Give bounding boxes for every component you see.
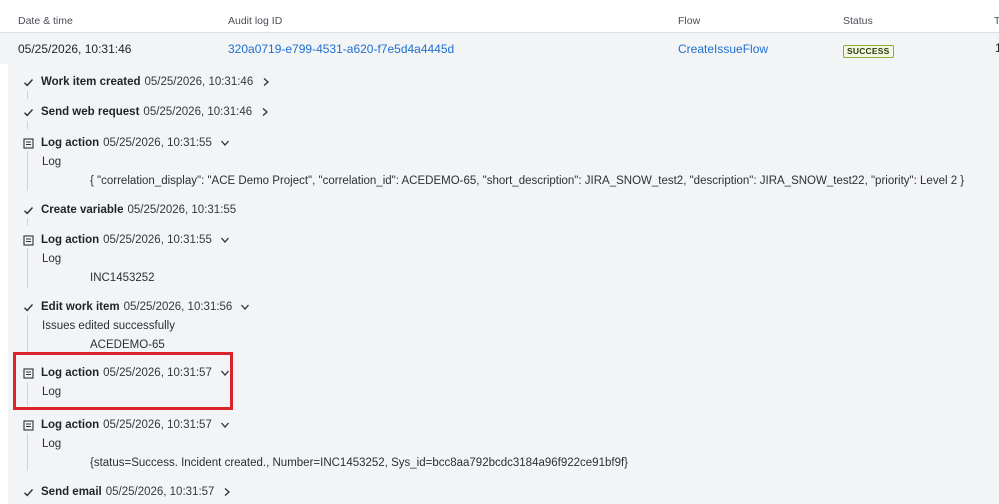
status-badge: SUCCESS: [843, 45, 894, 58]
chevron-right-icon[interactable]: [222, 487, 232, 497]
row-truncated-cell: 1: [995, 41, 999, 55]
table-header: Date & time Audit log ID Flow Status T: [0, 0, 999, 33]
entry-title: Log action: [41, 234, 100, 246]
check-icon: [22, 76, 34, 88]
entry-time: 05/25/2026, 10:31:57: [103, 419, 212, 431]
timeline-entry-send-web-request: Send web request 05/25/2026, 10:31:46: [22, 103, 270, 121]
entry-label: Log: [42, 253, 62, 265]
entry-title: Send email: [41, 486, 102, 498]
chevron-down-icon[interactable]: [220, 138, 230, 148]
audit-detail-panel: Work item created 05/25/2026, 10:31:46 S…: [8, 64, 999, 504]
entry-label: Log: [42, 438, 62, 450]
log-icon: [22, 419, 34, 431]
chevron-down-icon[interactable]: [240, 302, 250, 312]
log-icon: [22, 137, 34, 149]
header-audit-log-id[interactable]: Audit log ID: [228, 15, 282, 27]
entry-title: Log action: [41, 419, 100, 431]
entry-title: Create variable: [41, 204, 124, 216]
timeline-connector: [27, 121, 28, 129]
entry-value: { "correlation_display": "ACE Demo Proje…: [90, 175, 965, 187]
check-icon: [22, 486, 34, 498]
chevron-down-icon[interactable]: [220, 235, 230, 245]
chevron-right-icon[interactable]: [260, 107, 270, 117]
timeline-connector: [27, 151, 28, 191]
audit-log-id-link[interactable]: 320a0719-e799-4531-a620-f7e5d4a4445d: [228, 42, 454, 56]
entry-time: 05/25/2026, 10:31:46: [143, 106, 253, 118]
entry-label: Issues edited successfully: [42, 320, 175, 332]
header-status[interactable]: Status: [843, 15, 873, 27]
entry-title: Work item created: [41, 76, 141, 88]
entry-time: 05/25/2026, 10:31:55: [127, 204, 237, 216]
log-icon: [22, 234, 34, 246]
entry-time: 05/25/2026, 10:31:56: [123, 301, 233, 313]
chevron-down-icon[interactable]: [220, 420, 230, 430]
timeline-connector: [27, 91, 28, 99]
header-date-time[interactable]: Date & time: [18, 15, 73, 27]
entry-value: {status=Success. Incident created., Numb…: [90, 457, 628, 469]
entry-title: Log action: [41, 137, 100, 149]
timeline-entry-log-action: Log action 05/25/2026, 10:31:55: [22, 231, 230, 249]
header-truncated: T: [994, 15, 999, 27]
entry-time: 05/25/2026, 10:31:46: [144, 76, 254, 88]
status-cell: SUCCESS: [843, 43, 894, 58]
check-icon: [22, 301, 34, 313]
timeline-connector: [27, 248, 28, 288]
timeline-entry-send-email: Send email 05/25/2026, 10:31:57: [22, 483, 232, 501]
timeline-entry-log-action: Log action 05/25/2026, 10:31:55: [22, 134, 230, 152]
header-flow[interactable]: Flow: [678, 15, 700, 27]
timeline-connector: [27, 315, 28, 353]
table-row[interactable]: 05/25/2026, 10:31:46 320a0719-e799-4531-…: [0, 33, 999, 64]
timeline-entry-work-item-created: Work item created 05/25/2026, 10:31:46: [22, 73, 271, 91]
entry-value: ACEDEMO-65: [90, 339, 165, 351]
chevron-right-icon[interactable]: [261, 77, 271, 87]
check-icon: [22, 204, 34, 216]
timeline-connector: [27, 218, 28, 226]
timeline-entry-edit-work-item: Edit work item 05/25/2026, 10:31:56: [22, 298, 250, 316]
entry-value: INC1453252: [90, 272, 155, 284]
entry-title: Send web request: [41, 106, 140, 118]
timeline-entry-log-action: Log action 05/25/2026, 10:31:57: [22, 416, 230, 434]
entry-time: 05/25/2026, 10:31:57: [105, 486, 215, 498]
timeline-entry-create-variable: Create variable 05/25/2026, 10:31:55: [22, 201, 236, 219]
check-icon: [22, 106, 34, 118]
entry-label: Log: [42, 156, 62, 168]
entry-time: 05/25/2026, 10:31:55: [103, 234, 212, 246]
flow-link[interactable]: CreateIssueFlow: [678, 42, 768, 56]
row-date-time: 05/25/2026, 10:31:46: [18, 42, 132, 56]
entry-time: 05/25/2026, 10:31:55: [103, 137, 212, 149]
entry-title: Edit work item: [41, 301, 120, 313]
highlight-box: [13, 352, 233, 410]
timeline-connector: [27, 433, 28, 471]
